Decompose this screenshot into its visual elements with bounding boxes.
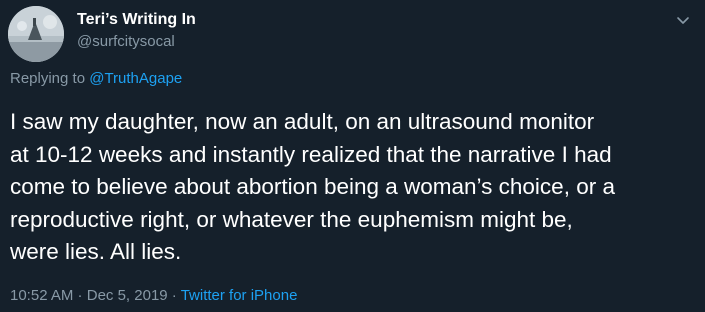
tweet-text-line: at 10-12 weeks and instantly realized th… — [10, 141, 612, 167]
replying-to-link[interactable]: @TruthAgape — [89, 70, 182, 87]
replying-to-label: Replying to — [10, 70, 90, 87]
tweet-text-line: reproductive right, or whatever the euph… — [10, 206, 573, 232]
tweet-date[interactable]: Dec 5, 2019 — [87, 287, 168, 304]
tweet-text-line: come to believe about abortion being a w… — [10, 174, 615, 199]
author-display-name[interactable]: Teri’s Writing In — [77, 11, 196, 29]
avatar[interactable] — [8, 6, 64, 62]
tweet-card: Teri’s Writing In @surfcitysocal Replyin… — [0, 0, 705, 312]
tweet-meta: 10:52 AM · Dec 5, 2019 · Twitter for iPh… — [10, 287, 297, 304]
tweet-text: I saw my daughter, now an adult, on an u… — [10, 106, 700, 269]
tweet-time[interactable]: 10:52 AM — [10, 287, 73, 304]
avatar-image — [8, 6, 64, 62]
meta-separator: · — [73, 287, 87, 304]
author-handle[interactable]: @surfcitysocal — [77, 33, 175, 50]
tweet-text-line: I saw my daughter, now an adult, on an u… — [10, 109, 595, 134]
chevron-down-icon[interactable] — [673, 10, 693, 30]
tweet-text-line: were lies. All lies. — [10, 239, 182, 264]
tweet-source-link[interactable]: Twitter for iPhone — [181, 287, 298, 304]
replying-to: Replying to @TruthAgape — [10, 70, 182, 87]
meta-separator: · — [167, 287, 181, 304]
